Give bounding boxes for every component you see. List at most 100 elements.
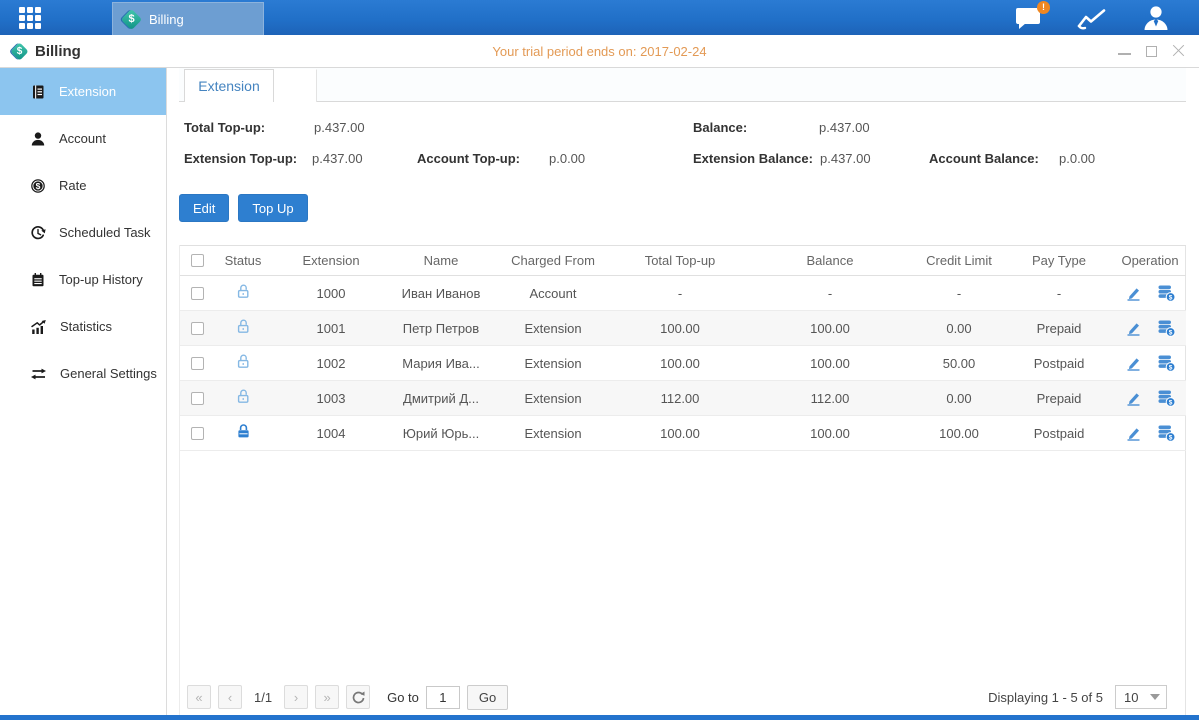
cell-total-topup: 100.00 [614, 346, 746, 381]
cell-pay-type: - [1004, 276, 1114, 311]
sidebar-item-label: Rate [59, 178, 86, 193]
maximize-button[interactable] [1145, 45, 1158, 58]
notifications-button[interactable]: ! [1015, 6, 1043, 30]
sidebar-item-topup-history[interactable]: Top-up History [0, 256, 166, 303]
app-tab-billing[interactable]: $ Billing [112, 2, 264, 35]
balance-summary: Total Top-up: p.437.00 Balance: p.437.00… [179, 102, 1186, 182]
lock-open-icon [235, 283, 252, 300]
sidebar-item-general-settings[interactable]: General Settings [0, 350, 166, 397]
sidebar-item-label: General Settings [60, 366, 157, 381]
table-row[interactable]: 1004 Юрий Юрь... Extension 100.00 100.00… [180, 416, 1186, 451]
cell-balance: 100.00 [746, 416, 914, 451]
extension-icon [30, 84, 46, 100]
topup-row-icon[interactable]: $ [1156, 354, 1176, 372]
page-size-value: 10 [1124, 690, 1138, 705]
sidebar-item-label: Scheduled Task [59, 225, 151, 240]
monitor-button[interactable] [1077, 6, 1107, 30]
total-topup-label: Total Top-up: [184, 120, 265, 135]
topbar: $ Billing ! [0, 0, 1199, 35]
table-row[interactable]: 1001 Петр Петров Extension 100.00 100.00… [180, 311, 1186, 346]
statistics-icon [30, 319, 47, 335]
close-button[interactable] [1172, 45, 1185, 58]
col-pay-type[interactable]: Pay Type [1004, 246, 1114, 276]
bottom-accent-strip [0, 715, 1199, 720]
edit-row-icon[interactable] [1125, 320, 1143, 337]
row-checkbox[interactable] [191, 357, 204, 370]
account-balance-value: p.0.00 [1059, 151, 1095, 166]
col-total-topup[interactable]: Total Top-up [614, 246, 746, 276]
row-checkbox[interactable] [191, 322, 204, 335]
cell-charged-from: Extension [492, 346, 614, 381]
col-operation[interactable]: Operation [1114, 246, 1186, 276]
prev-page-button[interactable]: ‹ [218, 685, 242, 709]
edit-row-icon[interactable] [1125, 355, 1143, 372]
sidebar-item-account[interactable]: Account [0, 115, 166, 162]
cell-extension: 1000 [272, 276, 390, 311]
minimize-button[interactable] [1118, 45, 1131, 58]
sidebar-item-extension[interactable]: Extension [0, 68, 166, 115]
apps-grid-icon [19, 7, 41, 29]
cell-extension: 1001 [272, 311, 390, 346]
table-row[interactable]: 1003 Дмитрий Д... Extension 112.00 112.0… [180, 381, 1186, 416]
col-credit-limit[interactable]: Credit Limit [914, 246, 1004, 276]
lock-open-icon [235, 388, 252, 405]
cell-charged-from: Extension [492, 381, 614, 416]
lock-closed-icon [235, 423, 252, 440]
extension-topup-value: p.437.00 [312, 151, 363, 166]
row-checkbox[interactable] [191, 392, 204, 405]
cell-balance: 100.00 [746, 311, 914, 346]
cell-total-topup: - [614, 276, 746, 311]
cell-total-topup: 112.00 [614, 381, 746, 416]
svg-text:$: $ [1168, 434, 1172, 441]
account-topup-value: p.0.00 [549, 151, 585, 166]
cell-credit-limit: - [914, 276, 1004, 311]
goto-page-input[interactable] [426, 686, 460, 709]
cell-pay-type: Postpaid [1004, 416, 1114, 451]
refresh-button[interactable] [346, 685, 370, 709]
tab-extension[interactable]: Extension [184, 69, 274, 102]
extension-topup-label: Extension Top-up: [184, 151, 297, 166]
cell-extension: 1003 [272, 381, 390, 416]
topup-button[interactable]: Top Up [238, 194, 307, 222]
edit-row-icon[interactable] [1125, 390, 1143, 407]
col-name[interactable]: Name [390, 246, 492, 276]
page-size-select[interactable]: 10 [1115, 685, 1167, 709]
sidebar-item-rate[interactable]: $ Rate [0, 162, 166, 209]
first-page-button[interactable]: « [187, 685, 211, 709]
col-status[interactable]: Status [214, 246, 272, 276]
edit-row-icon[interactable] [1125, 285, 1143, 302]
col-balance[interactable]: Balance [746, 246, 914, 276]
sidebar-item-statistics[interactable]: Statistics [0, 303, 166, 350]
edit-row-icon[interactable] [1125, 425, 1143, 442]
row-checkbox[interactable] [191, 287, 204, 300]
row-checkbox[interactable] [191, 427, 204, 440]
total-topup-value: p.437.00 [314, 120, 365, 135]
cell-credit-limit: 50.00 [914, 346, 1004, 381]
topup-row-icon[interactable]: $ [1156, 424, 1176, 442]
apps-menu-button[interactable] [0, 0, 60, 35]
last-page-button[interactable]: » [315, 685, 339, 709]
col-extension[interactable]: Extension [272, 246, 390, 276]
table-row[interactable]: 1000 Иван Иванов Account - - - - [180, 276, 1186, 311]
edit-button[interactable]: Edit [179, 194, 229, 222]
col-charged-from[interactable]: Charged From [492, 246, 614, 276]
select-all-checkbox[interactable] [191, 254, 204, 267]
cell-name: Дмитрий Д... [390, 381, 492, 416]
cell-extension: 1004 [272, 416, 390, 451]
topup-row-icon[interactable]: $ [1156, 284, 1176, 302]
cell-pay-type: Postpaid [1004, 346, 1114, 381]
table-row[interactable]: 1002 Мария Ива... Extension 100.00 100.0… [180, 346, 1186, 381]
lock-open-icon [235, 353, 252, 370]
go-button[interactable]: Go [467, 685, 508, 710]
sidebar-item-scheduled-task[interactable]: Scheduled Task [0, 209, 166, 256]
user-menu-button[interactable] [1141, 5, 1171, 31]
sidebar: Extension Account $ Rate Scheduled T [0, 68, 167, 715]
next-page-button[interactable]: › [284, 685, 308, 709]
cell-credit-limit: 0.00 [914, 381, 1004, 416]
topup-row-icon[interactable]: $ [1156, 319, 1176, 337]
topup-row-icon[interactable]: $ [1156, 389, 1176, 407]
topup-history-icon [30, 272, 46, 288]
notification-badge: ! [1037, 1, 1050, 14]
cell-credit-limit: 100.00 [914, 416, 1004, 451]
goto-label: Go to [387, 690, 419, 705]
